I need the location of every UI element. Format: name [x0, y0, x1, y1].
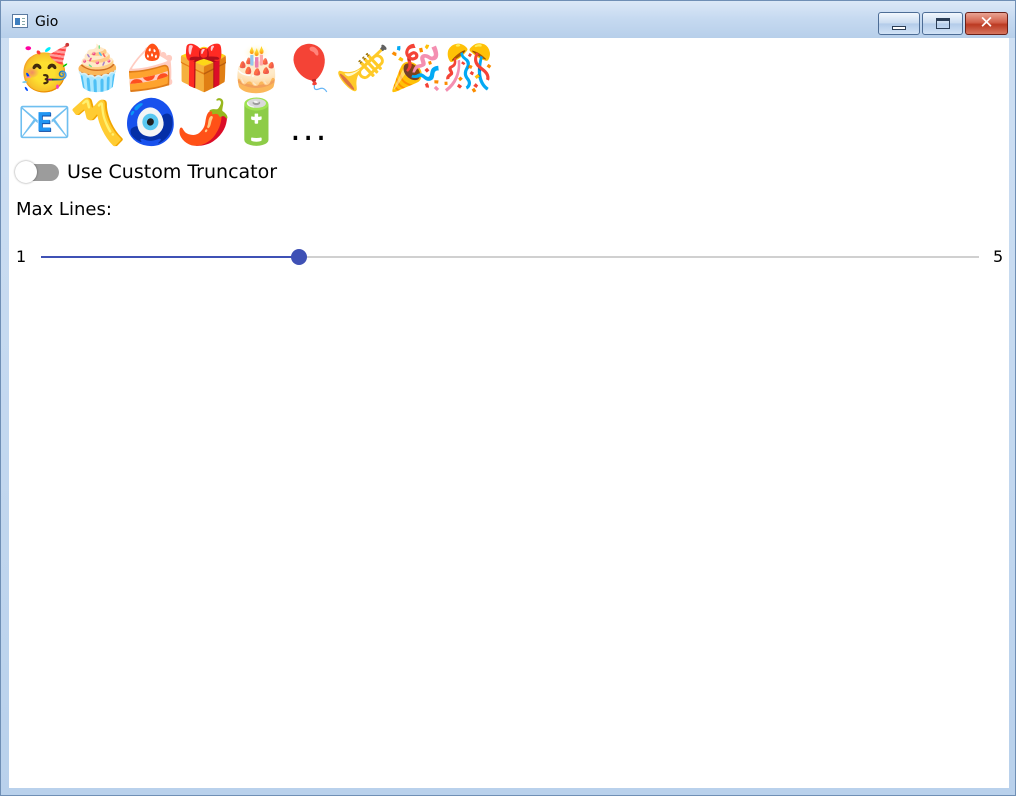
max-lines-slider[interactable]: [41, 245, 979, 269]
emoji: 🍰: [123, 43, 178, 94]
emoji: 📧: [17, 97, 72, 148]
maximize-button[interactable]: [922, 12, 963, 35]
emoji-text-line-1: 🥳 🧁 🍰 🎁 🎂 🎈 🎺 🎉 🎊: [17, 42, 496, 96]
slider-min-label: 1: [16, 247, 27, 266]
emoji: 🥳: [17, 43, 72, 94]
switch-thumb[interactable]: [15, 161, 37, 183]
emoji: 🧁: [70, 43, 125, 94]
emoji: 🎂: [229, 43, 284, 94]
slider-max-label: 5: [993, 247, 1004, 266]
custom-truncator-label[interactable]: Use Custom Truncator: [67, 161, 277, 183]
close-button[interactable]: ✕: [965, 12, 1008, 35]
max-lines-label: Max Lines:: [16, 199, 112, 220]
window-title: Gio: [35, 14, 59, 30]
emoji: 🎉: [388, 43, 443, 94]
custom-truncator-toggle-row[interactable]: Use Custom Truncator: [15, 159, 277, 185]
truncation-ellipsis: ...: [290, 109, 329, 149]
title-bar[interactable]: Gio ✕: [1, 1, 1015, 38]
emoji: 🎺: [335, 43, 390, 94]
minimize-button[interactable]: [878, 12, 920, 35]
custom-truncator-switch[interactable]: [15, 161, 59, 183]
content-area: 🥳 🧁 🍰 🎁 🎂 🎈 🎺 🎉 🎊 📧 〽️ 🧿 🌶️ 🔋 ... Use Cu…: [9, 38, 1009, 788]
close-icon: ✕: [979, 13, 994, 33]
emoji: 🔋: [229, 97, 284, 148]
maximize-icon: [935, 18, 950, 29]
emoji: 🧿: [123, 97, 178, 148]
app-icon[interactable]: [12, 14, 28, 28]
emoji: 〽️: [70, 97, 125, 148]
emoji: 🎈: [282, 43, 337, 94]
minimize-icon: [892, 25, 906, 30]
slider-thumb[interactable]: [290, 249, 307, 265]
app-window: Gio ✕ 🥳 🧁 🍰 🎁 🎂 🎈 🎺 🎉 🎊 📧 〽️ 🧿 🌶️ 🔋 ... …: [0, 0, 1016, 796]
emoji: 🎊: [441, 43, 496, 94]
emoji-text-line-2: 📧 〽️ 🧿 🌶️ 🔋 ...: [17, 96, 328, 150]
slider-fill: [41, 256, 299, 258]
emoji: 🌶️: [176, 97, 231, 148]
emoji: 🎁: [176, 43, 231, 94]
